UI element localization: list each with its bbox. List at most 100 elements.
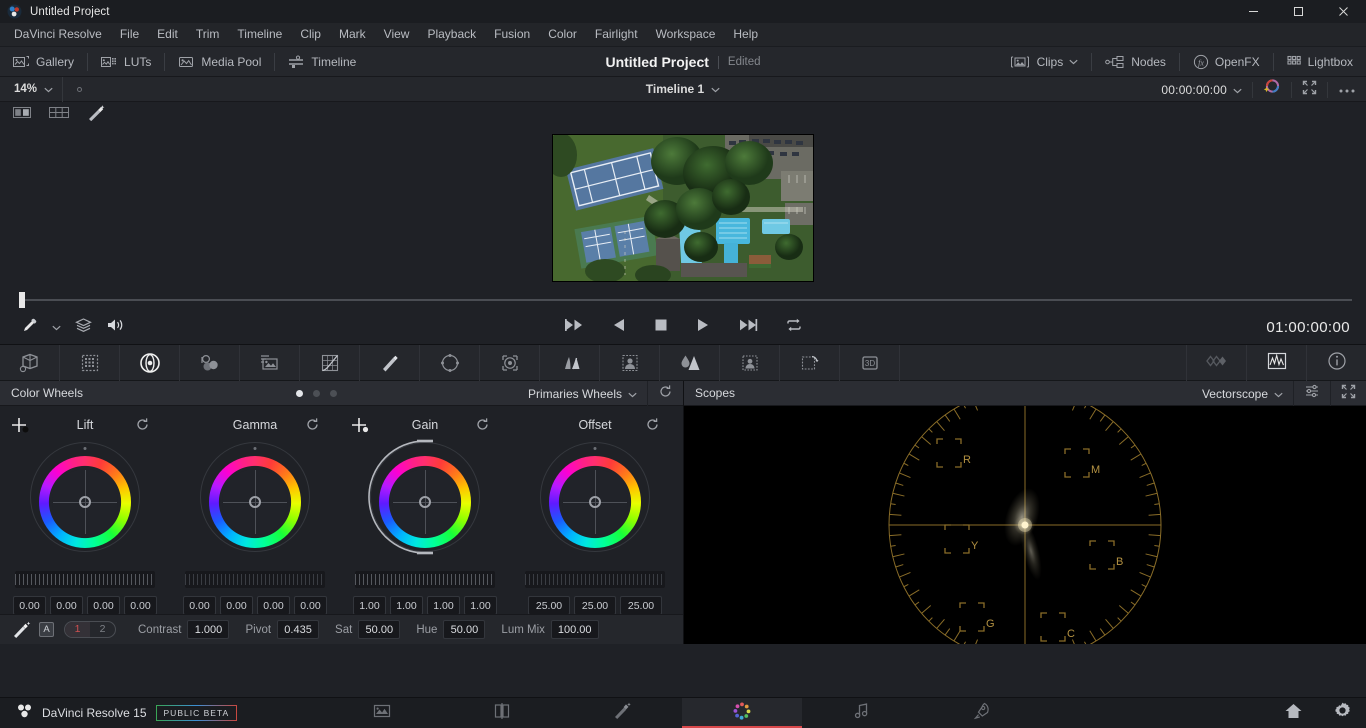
lift-color-ring[interactable] bbox=[39, 456, 131, 548]
offset-knob[interactable] bbox=[589, 496, 601, 508]
menu-color[interactable]: Color bbox=[539, 25, 586, 44]
key-icon[interactable] bbox=[720, 344, 780, 381]
offset-b-value[interactable]: 25.00 bbox=[620, 596, 662, 618]
color-match-icon[interactable] bbox=[60, 344, 120, 381]
gain-b-value[interactable]: 1.00 bbox=[464, 596, 497, 618]
menu-view[interactable]: View bbox=[375, 25, 419, 44]
lum-mix-field[interactable]: 100.00 bbox=[550, 620, 599, 639]
hue-field[interactable]: 50.00 bbox=[443, 620, 486, 639]
home-icon[interactable] bbox=[1284, 702, 1303, 725]
menu-davinci-resolve[interactable]: DaVinci Resolve bbox=[5, 25, 111, 44]
magic-mask-icon[interactable] bbox=[600, 344, 660, 381]
viewer-timecode-display[interactable]: 00:00:00:00 bbox=[1151, 77, 1252, 102]
log-wheels-icon[interactable] bbox=[240, 344, 300, 381]
gamma-knob[interactable] bbox=[249, 496, 261, 508]
contrast-field[interactable]: 1.000 bbox=[187, 620, 230, 639]
gallery-button[interactable]: Gallery bbox=[0, 47, 87, 77]
fit-dot-icon[interactable] bbox=[77, 86, 83, 92]
chevron-down-icon[interactable] bbox=[44, 80, 53, 98]
magic-wand-icon[interactable] bbox=[86, 104, 106, 126]
maximize-icon[interactable] bbox=[1276, 0, 1321, 23]
menu-edit[interactable]: Edit bbox=[148, 25, 187, 44]
gain-r-value[interactable]: 1.00 bbox=[390, 596, 423, 618]
chevron-down-icon[interactable] bbox=[711, 80, 720, 98]
gamma-y-value[interactable]: 0.00 bbox=[183, 596, 216, 618]
lift-y-value[interactable]: 0.00 bbox=[13, 596, 46, 618]
offset-master-slider[interactable] bbox=[525, 570, 665, 588]
color-wheels-icon[interactable] bbox=[120, 344, 180, 381]
offset-color-ring[interactable] bbox=[549, 456, 641, 548]
node-1-button[interactable]: 1 bbox=[65, 622, 90, 637]
enhanced-viewer-button[interactable] bbox=[1253, 77, 1291, 102]
settings-gear-icon[interactable] bbox=[1333, 701, 1352, 725]
tracker-icon[interactable] bbox=[540, 344, 600, 381]
gamma-reset-icon[interactable] bbox=[305, 417, 320, 437]
wheels-mode-selector[interactable]: Primaries Wheels bbox=[518, 381, 647, 406]
color-bars-icon[interactable] bbox=[180, 344, 240, 381]
menu-file[interactable]: File bbox=[111, 25, 148, 44]
menu-trim[interactable]: Trim bbox=[187, 25, 229, 44]
close-icon[interactable] bbox=[1321, 0, 1366, 23]
menu-mark[interactable]: Mark bbox=[330, 25, 375, 44]
loop-icon[interactable] bbox=[785, 317, 803, 338]
media-pool-button[interactable]: Media Pool bbox=[165, 47, 274, 77]
luts-button[interactable]: LUTs bbox=[88, 47, 164, 77]
gamma-color-ring[interactable] bbox=[209, 456, 301, 548]
power-windows-icon[interactable] bbox=[480, 344, 540, 381]
info-button[interactable] bbox=[1306, 345, 1366, 381]
gain-knob[interactable] bbox=[419, 496, 431, 508]
page-tab-color[interactable] bbox=[682, 697, 802, 728]
menu-help[interactable]: Help bbox=[724, 25, 767, 44]
lift-b-value[interactable]: 0.00 bbox=[124, 596, 157, 618]
playhead[interactable] bbox=[19, 292, 25, 308]
offset-reset-icon[interactable] bbox=[645, 417, 660, 437]
more-options-button[interactable] bbox=[1328, 77, 1366, 102]
qualifier-icon[interactable] bbox=[420, 344, 480, 381]
scope-settings-button[interactable] bbox=[1294, 381, 1330, 406]
node-a-badge[interactable]: A bbox=[39, 622, 54, 637]
page-tab-deliver[interactable] bbox=[922, 698, 1042, 728]
lift-wheel[interactable] bbox=[0, 436, 170, 568]
fullscreen-button[interactable] bbox=[1292, 77, 1327, 102]
offset-wheel[interactable] bbox=[510, 436, 680, 568]
grid-view-icon[interactable] bbox=[48, 105, 70, 125]
menu-clip[interactable]: Clip bbox=[291, 25, 330, 44]
keyframes-button[interactable] bbox=[1186, 345, 1246, 381]
sat-field[interactable]: 50.00 bbox=[358, 620, 401, 639]
scopes-button[interactable] bbox=[1246, 345, 1306, 381]
timeline-button[interactable]: Timeline bbox=[275, 47, 369, 77]
lift-reset-icon[interactable] bbox=[135, 417, 150, 437]
gain-wheel[interactable] bbox=[340, 436, 510, 568]
color-warper-icon[interactable] bbox=[360, 344, 420, 381]
page-dot-1[interactable] bbox=[296, 390, 303, 397]
play-forward-icon[interactable] bbox=[695, 317, 711, 338]
skip-to-end-icon[interactable] bbox=[737, 317, 759, 338]
page-dot-3[interactable] bbox=[330, 390, 337, 397]
stop-icon[interactable] bbox=[653, 317, 669, 338]
gamma-master-slider[interactable] bbox=[185, 570, 325, 588]
page-tab-media[interactable] bbox=[322, 698, 442, 728]
lift-master-slider[interactable] bbox=[15, 570, 155, 588]
gain-reset-icon[interactable] bbox=[475, 417, 490, 437]
menu-fusion[interactable]: Fusion bbox=[485, 25, 539, 44]
gamma-r-value[interactable]: 0.00 bbox=[220, 596, 253, 618]
menu-workspace[interactable]: Workspace bbox=[647, 25, 725, 44]
scrubber-track[interactable] bbox=[22, 299, 1352, 301]
sizing-icon[interactable] bbox=[780, 344, 840, 381]
gain-g-value[interactable]: 1.00 bbox=[427, 596, 460, 618]
curves-icon[interactable] bbox=[300, 344, 360, 381]
menu-fairlight[interactable]: Fairlight bbox=[586, 25, 647, 44]
page-tab-edit[interactable] bbox=[442, 698, 562, 728]
offset-g-value[interactable]: 25.00 bbox=[574, 596, 616, 618]
play-reverse-icon[interactable] bbox=[611, 317, 627, 338]
page-tab-fairlight[interactable] bbox=[802, 698, 922, 728]
menu-playback[interactable]: Playback bbox=[418, 25, 485, 44]
blur-icon[interactable] bbox=[660, 344, 720, 381]
lift-r-value[interactable]: 0.00 bbox=[50, 596, 83, 618]
chevron-down-icon[interactable] bbox=[1233, 81, 1242, 99]
gain-color-ring[interactable] bbox=[379, 456, 471, 548]
pivot-field[interactable]: 0.435 bbox=[277, 620, 320, 639]
node-2-button[interactable]: 2 bbox=[90, 622, 115, 637]
gain-master-slider[interactable] bbox=[355, 570, 495, 588]
page-dot-2[interactable] bbox=[313, 390, 320, 397]
